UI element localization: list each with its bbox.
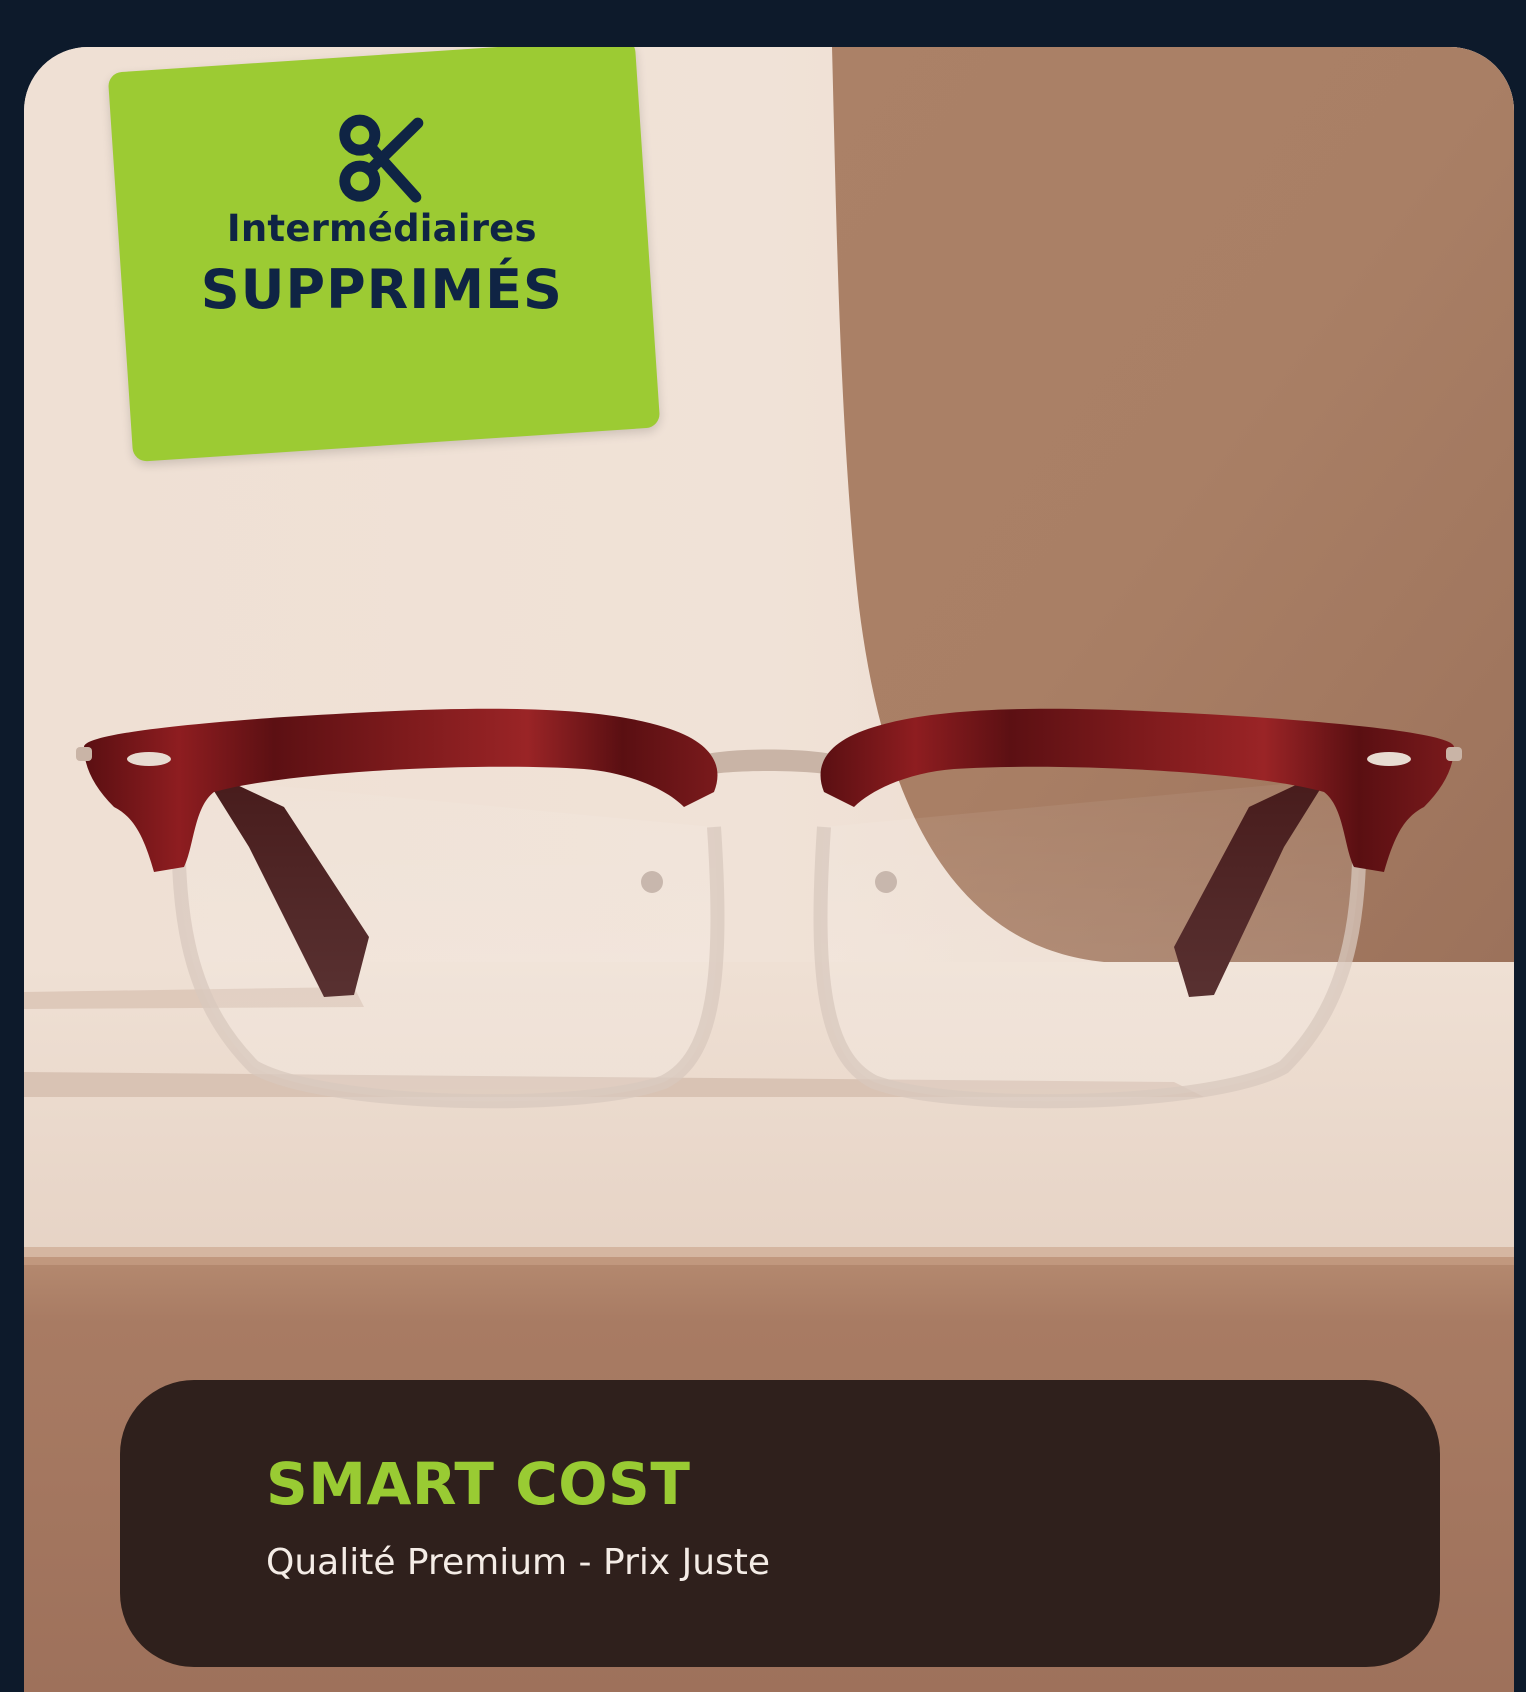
badge-title: SUPPRIMÉS (200, 258, 563, 322)
promo-badge-content: Intermédiaires SUPPRIMÉS (118, 113, 646, 321)
caption-panel: SMART COST Qualité Premium - Prix Juste (120, 1380, 1440, 1667)
page: Intermédiaires SUPPRIMÉS SMART COST Qual… (0, 0, 1526, 1692)
caption-title: SMART COST (266, 1450, 691, 1518)
caption-subtitle: Qualité Premium - Prix Juste (266, 1542, 771, 1583)
scissors-icon (339, 114, 424, 203)
product-card: Intermédiaires SUPPRIMÉS SMART COST Qual… (24, 47, 1514, 1692)
promo-badge: Intermédiaires SUPPRIMÉS (107, 47, 661, 463)
badge-subtitle: Intermédiaires (226, 207, 537, 251)
